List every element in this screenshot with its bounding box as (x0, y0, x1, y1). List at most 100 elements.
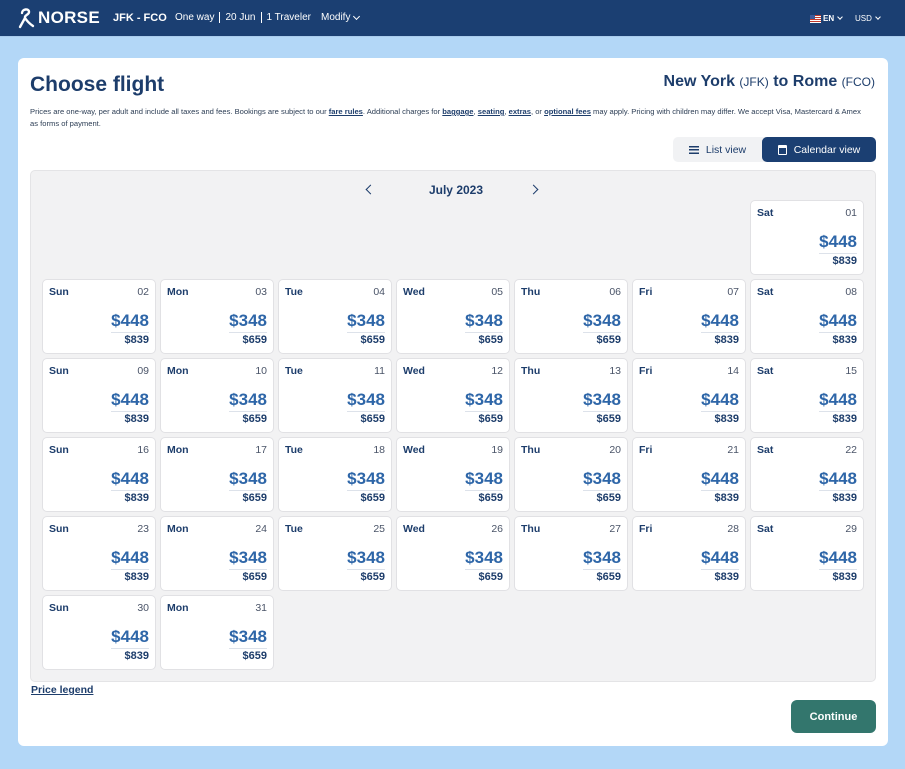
calendar-day-cell[interactable]: Sun 02 $448 $839 (42, 279, 156, 354)
calendar-day-cell[interactable]: Sat 15 $448 $839 (750, 358, 864, 433)
lowest-fare: $348 (347, 390, 385, 412)
premium-fare: $839 (714, 571, 739, 583)
premium-fare: $839 (124, 334, 149, 346)
seating-link[interactable]: seating (478, 107, 505, 116)
day-number: 09 (137, 365, 149, 377)
list-icon (688, 145, 699, 154)
baggage-link[interactable]: baggage (442, 107, 473, 116)
lowest-fare: $448 (111, 627, 149, 649)
language-selector[interactable]: EN (810, 14, 843, 23)
calendar-day-cell[interactable]: Mon 31 $348 $659 (160, 595, 274, 670)
premium-fare: $659 (242, 413, 267, 425)
lowest-fare: $348 (583, 390, 621, 412)
calendar-day-cell[interactable]: Mon 10 $348 $659 (160, 358, 274, 433)
calendar-day-cell[interactable]: Tue 18 $348 $659 (278, 437, 392, 512)
page-title: Choose flight (30, 73, 165, 96)
premium-fare: $839 (832, 571, 857, 583)
brand-name: NORSE (38, 8, 100, 27)
calendar-day-cell[interactable]: Fri 21 $448 $839 (632, 437, 746, 512)
origin-city: New York (663, 73, 735, 90)
lowest-fare: $448 (701, 469, 739, 491)
modify-search-button[interactable]: Modify (321, 12, 361, 23)
calendar-day-cell[interactable]: Fri 28 $448 $839 (632, 516, 746, 591)
lowest-fare: $348 (229, 627, 267, 649)
day-of-week: Fri (639, 286, 653, 298)
calendar-day-cell[interactable]: Thu 20 $348 $659 (514, 437, 628, 512)
day-number: 26 (491, 523, 503, 535)
calendar-day-cell[interactable]: Thu 06 $348 $659 (514, 279, 628, 354)
chevron-down-icon (353, 12, 361, 20)
day-of-week: Sun (49, 523, 69, 535)
lowest-fare: $348 (465, 548, 503, 570)
disclaimer-text: , or (530, 107, 545, 116)
trip-date: 20 Jun (225, 12, 256, 23)
premium-fare: $659 (360, 334, 385, 346)
calendar-day-cell[interactable]: Sat 01 $448 $839 (750, 200, 864, 275)
calendar-day-cell[interactable]: Tue 04 $348 $659 (278, 279, 392, 354)
currency-selector[interactable]: USD (855, 14, 881, 23)
norse-logo-icon (18, 8, 35, 29)
day-of-week: Thu (521, 365, 541, 377)
calendar-day-cell[interactable]: Mon 24 $348 $659 (160, 516, 274, 591)
calendar-day-cell[interactable]: Wed 05 $348 $659 (396, 279, 510, 354)
premium-fare: $659 (596, 413, 621, 425)
lowest-fare: $448 (111, 311, 149, 333)
top-navigation-bar: NORSE JFK - FCO One way 20 Jun 1 Travele… (0, 0, 905, 37)
premium-fare: $659 (478, 492, 503, 504)
calendar-day-cell[interactable]: Sat 08 $448 $839 (750, 279, 864, 354)
fare-rules-link[interactable]: fare rules (329, 107, 363, 116)
calendar-day-cell[interactable]: Sat 22 $448 $839 (750, 437, 864, 512)
continue-button[interactable]: Continue (791, 700, 876, 733)
day-number: 25 (373, 523, 385, 535)
day-of-week: Mon (167, 523, 189, 535)
lowest-fare: $448 (819, 548, 857, 570)
calendar-day-cell[interactable]: Sat 29 $448 $839 (750, 516, 864, 591)
day-number: 31 (255, 602, 267, 614)
lowest-fare: $448 (819, 390, 857, 412)
calendar-day-cell[interactable]: Sun 09 $448 $839 (42, 358, 156, 433)
calendar-day-cell[interactable]: Wed 19 $348 $659 (396, 437, 510, 512)
disclaimer-text: . Additional charges for (362, 107, 443, 116)
lowest-fare: $348 (583, 469, 621, 491)
premium-fare: $659 (242, 571, 267, 583)
lowest-fare: $348 (465, 390, 503, 412)
day-number: 29 (845, 523, 857, 535)
day-of-week: Thu (521, 523, 541, 535)
premium-fare: $839 (124, 413, 149, 425)
extras-link[interactable]: extras (509, 107, 531, 116)
calendar-day-cell[interactable]: Sun 23 $448 $839 (42, 516, 156, 591)
premium-fare: $659 (242, 650, 267, 662)
calendar-day-cell[interactable]: Sun 30 $448 $839 (42, 595, 156, 670)
day-number: 30 (137, 602, 149, 614)
lowest-fare: $448 (111, 548, 149, 570)
day-of-week: Sat (757, 444, 774, 456)
list-view-label: List view (705, 143, 747, 156)
previous-month-button[interactable] (361, 181, 379, 199)
calendar-day-cell[interactable]: Tue 25 $348 $659 (278, 516, 392, 591)
calendar-day-cell[interactable]: Thu 27 $348 $659 (514, 516, 628, 591)
calendar-day-cell[interactable]: Wed 12 $348 $659 (396, 358, 510, 433)
day-number: 18 (373, 444, 385, 456)
day-of-week: Mon (167, 286, 189, 298)
calendar-day-cell[interactable]: Tue 11 $348 $659 (278, 358, 392, 433)
premium-fare: $839 (832, 492, 857, 504)
calendar-view-button[interactable]: Calendar view (762, 137, 876, 162)
calendar-day-cell[interactable]: Sun 16 $448 $839 (42, 437, 156, 512)
calendar-day-cell[interactable]: Fri 07 $448 $839 (632, 279, 746, 354)
day-of-week: Sat (757, 523, 774, 535)
price-calendar: July 2023 Sat 01 $448 $839 Sun 02 $448 $839 Mon 0… (30, 170, 876, 682)
optional-fees-link[interactable]: optional fees (544, 107, 591, 116)
calendar-day-cell[interactable]: Fri 14 $448 $839 (632, 358, 746, 433)
calendar-view-label: Calendar view (793, 143, 861, 156)
day-of-week: Sun (49, 365, 69, 377)
calendar-day-cell[interactable]: Mon 03 $348 $659 (160, 279, 274, 354)
lowest-fare: $348 (465, 469, 503, 491)
list-view-button[interactable]: List view (673, 137, 762, 162)
calendar-day-cell[interactable]: Mon 17 $348 $659 (160, 437, 274, 512)
next-month-button[interactable] (527, 181, 545, 199)
norse-logo[interactable]: NORSE (17, 7, 100, 29)
calendar-day-cell[interactable]: Thu 13 $348 $659 (514, 358, 628, 433)
calendar-day-cell[interactable]: Wed 26 $348 $659 (396, 516, 510, 591)
calendar-empty-cell (396, 200, 510, 275)
price-legend-link[interactable]: Price legend (31, 684, 93, 696)
